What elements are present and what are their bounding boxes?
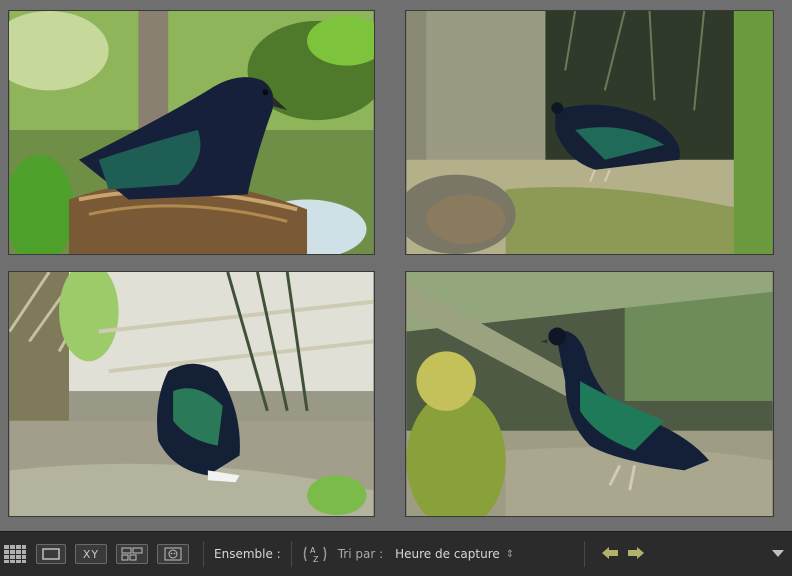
sort-by-label: Tri par : (337, 547, 384, 561)
sort-az-icon: A Z (303, 546, 326, 564)
loupe-view-button[interactable] (36, 544, 66, 564)
photo-thumbnail-1[interactable] (8, 10, 375, 255)
survey-icon (121, 547, 143, 561)
photo-1-image (9, 11, 374, 254)
bottom-toolbar: XY Ensemble : A Z Tri par : Heure de cap… (0, 531, 792, 576)
survey-view-button[interactable] (116, 544, 148, 564)
photo-2-image (406, 11, 773, 254)
sort-by-dropdown[interactable]: Heure de capture ⇕ (395, 547, 514, 561)
compare-view-button[interactable]: XY (75, 544, 107, 564)
triangle-down-icon (772, 550, 784, 557)
toolbar-divider (203, 541, 204, 567)
photo-3-image (9, 272, 374, 516)
arrow-left-icon (602, 546, 619, 559)
photo-thumbnail-4[interactable] (405, 271, 774, 517)
next-photo-button[interactable] (627, 546, 645, 563)
people-view-button[interactable] (157, 544, 189, 564)
loupe-icon (42, 548, 60, 560)
dropdown-caret-icon: ⇕ (505, 548, 515, 560)
arrow-right-icon (628, 546, 645, 559)
grid-view-button[interactable] (2, 544, 28, 564)
compare-xy-icon: XY (82, 547, 100, 561)
sort-direction-button[interactable]: A Z (302, 541, 328, 567)
photo-thumbnail-3[interactable] (8, 271, 375, 517)
svg-text:A: A (310, 546, 316, 555)
grid-icon (4, 545, 26, 563)
ensemble-label: Ensemble : (214, 547, 281, 561)
previous-photo-button[interactable] (601, 546, 619, 563)
photo-grid (0, 0, 792, 531)
toolbar-divider (290, 541, 292, 567)
svg-text:Z: Z (313, 555, 319, 564)
face-icon (164, 547, 182, 561)
photo-thumbnail-2[interactable] (405, 10, 774, 255)
toolbar-menu-button[interactable] (772, 547, 784, 561)
photo-4-image (406, 272, 773, 516)
sort-by-value: Heure de capture (395, 547, 500, 561)
toolbar-divider (584, 541, 586, 567)
